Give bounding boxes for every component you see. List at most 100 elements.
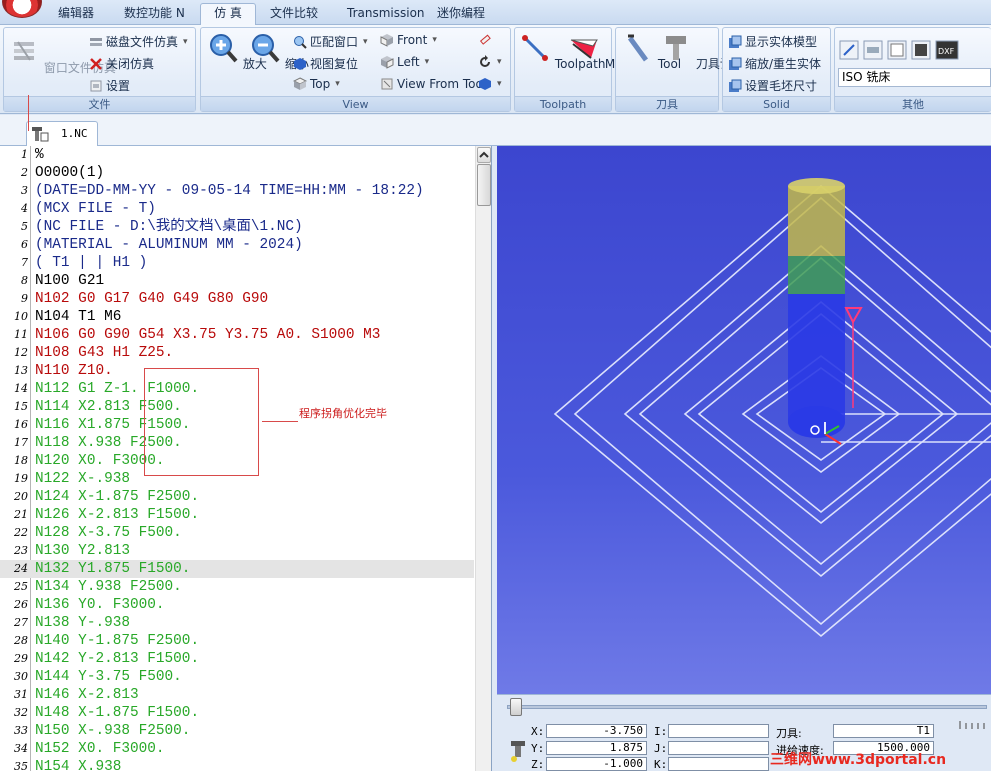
tab-transmission[interactable]: Transmission xyxy=(339,4,433,25)
sim-progress-thumb[interactable] xyxy=(510,698,522,716)
line-number: 3 xyxy=(21,184,28,197)
code-line[interactable]: 35 N154 X.938 xyxy=(0,758,474,771)
group-file-label: 文件 xyxy=(4,96,195,111)
view-from-tool-label: View From Tool xyxy=(397,77,487,91)
code-line[interactable]: 32 N148 X-1.875 F1500. xyxy=(0,704,474,722)
doc-tab-1nc[interactable]: 1.NC xyxy=(26,121,98,146)
tool-button[interactable]: Tool xyxy=(622,32,681,71)
code-line[interactable]: 26 N136 Y0. F3000. xyxy=(0,596,474,614)
code-line[interactable]: 24 N132 Y1.875 F1500. xyxy=(0,560,474,578)
j-value xyxy=(668,741,769,755)
line-number: 21 xyxy=(14,508,28,521)
annotation-pointer xyxy=(28,95,29,131)
code-text: N144 Y-3.75 F500. xyxy=(35,669,182,685)
scroll-thumb[interactable] xyxy=(477,164,491,206)
fit-window-button[interactable]: 匹配窗口 xyxy=(293,33,368,50)
code-text: N108 G43 H1 Z25. xyxy=(35,345,174,361)
eraser-icon xyxy=(479,34,491,45)
shading-button[interactable] xyxy=(478,77,502,91)
machine-select[interactable]: ISO 铣床 xyxy=(838,68,991,87)
line-number: 26 xyxy=(14,598,28,611)
dxf-icon[interactable]: DXF xyxy=(935,40,959,60)
tab-simulation[interactable]: 仿 真 xyxy=(200,3,256,26)
code-line[interactable]: 12 N108 G43 H1 Z25. xyxy=(0,344,474,362)
code-line[interactable]: 5 (NC FILE - D:\我的文档\桌面\1.NC) xyxy=(0,218,474,236)
view-from-tool-button[interactable]: View From Tool xyxy=(380,77,486,91)
code-line[interactable]: 9 N102 G0 G17 G40 G49 G80 G90 xyxy=(0,290,474,308)
code-line[interactable]: 11 N106 G0 G90 G54 X3.75 Y3.75 A0. S1000 … xyxy=(0,326,474,344)
mode-button[interactable]: Mode xyxy=(569,32,638,71)
code-line[interactable]: 20 N124 X-1.875 F2500. xyxy=(0,488,474,506)
speed-slider-ticks[interactable] xyxy=(958,720,991,730)
view-top-label: Top xyxy=(310,77,331,91)
eraser-button[interactable] xyxy=(478,33,492,47)
line-number: 4 xyxy=(21,202,28,215)
line-number: 18 xyxy=(14,454,28,467)
code-line[interactable]: 22 N128 X-3.75 F500. xyxy=(0,524,474,542)
tool-settings-button[interactable]: 刀具设置 xyxy=(660,32,744,72)
line-number: 13 xyxy=(14,364,28,377)
code-line[interactable]: 29 N142 Y-2.813 F1500. xyxy=(0,650,474,668)
tab-editor[interactable]: 编辑器 xyxy=(50,4,102,25)
sim-progress-track[interactable] xyxy=(507,705,987,709)
scale-regen-button[interactable]: 缩放/重生实体 xyxy=(728,55,821,72)
code-line[interactable]: 4 (MCX FILE - T) xyxy=(0,200,474,218)
code-line[interactable]: 23 N130 Y2.813 xyxy=(0,542,474,560)
code-line[interactable]: 28 N140 Y-1.875 F2500. xyxy=(0,632,474,650)
line-number: 5 xyxy=(21,220,28,233)
code-line[interactable]: 10 N104 T1 M6 xyxy=(0,308,474,326)
code-line[interactable]: 25 N134 Y.938 F2500. xyxy=(0,578,474,596)
group-tool-label: 刀具 xyxy=(616,96,718,111)
vertical-scrollbar[interactable] xyxy=(475,146,491,771)
annotation-box xyxy=(144,368,259,476)
code-line[interactable]: 31 N146 X-2.813 xyxy=(0,686,474,704)
view-front-button[interactable]: Front xyxy=(380,33,437,47)
view-top-button[interactable]: Top xyxy=(293,77,340,91)
code-line[interactable]: 7 ( T1 | | H1 ) xyxy=(0,254,474,272)
toolpath-button[interactable]: Toolpath xyxy=(519,32,605,71)
close-sim-button[interactable]: 关闭仿真 xyxy=(89,55,154,72)
export-icon[interactable] xyxy=(911,40,931,60)
line-number: 29 xyxy=(14,652,28,665)
stock-size-label: 设置毛坯尺寸 xyxy=(745,79,818,93)
stock-size-button[interactable]: 设置毛坯尺寸 xyxy=(728,77,817,94)
y-value: 1.875 xyxy=(546,741,647,755)
tab-mini-programming[interactable]: 迷你编程 xyxy=(429,4,493,25)
z-value: -1.000 xyxy=(546,757,647,771)
application-menu-button[interactable] xyxy=(2,0,42,18)
zoom-in-button[interactable]: 放大 xyxy=(207,32,267,72)
scroll-up-button[interactable] xyxy=(477,147,491,163)
code-text: N148 X-1.875 F1500. xyxy=(35,705,200,721)
line-number: 8 xyxy=(21,274,28,287)
code-line[interactable]: 2 O0000(1) xyxy=(0,164,474,182)
reset-view-button[interactable]: 视图复位 xyxy=(293,55,358,72)
disk-file-sim-button[interactable]: 磁盘文件仿真 xyxy=(89,33,188,50)
code-line[interactable]: 27 N138 Y-.938 xyxy=(0,614,474,632)
group-solid: 显示实体模型 缩放/重生实体 设置毛坯尺寸 Solid xyxy=(722,27,831,112)
show-solid-button[interactable]: 显示实体模型 xyxy=(728,33,817,50)
chevron-up-icon xyxy=(479,151,489,158)
code-line[interactable]: 8 N100 G21 xyxy=(0,272,474,290)
tab-file-compare[interactable]: 文件比较 xyxy=(262,4,326,25)
code-text: N124 X-1.875 F2500. xyxy=(35,489,200,505)
code-line[interactable]: 33 N150 X-.938 F2500. xyxy=(0,722,474,740)
window-file-sim-button[interactable]: 窗口文件仿真 xyxy=(8,36,116,76)
code-line[interactable]: 30 N144 Y-3.75 F500. xyxy=(0,668,474,686)
solid-model-icon xyxy=(729,35,742,48)
code-line[interactable]: 1% xyxy=(0,146,474,164)
table-icon[interactable] xyxy=(863,40,883,60)
x-value: -3.750 xyxy=(546,724,647,738)
arrow-icon[interactable] xyxy=(839,40,859,60)
code-line[interactable]: 3 (DATE=DD-MM-YY - 09-05-14 TIME=HH:MM - … xyxy=(0,182,474,200)
window-icon[interactable] xyxy=(887,40,907,60)
simulation-viewport[interactable] xyxy=(497,146,991,694)
code-line[interactable]: 21 N126 X-2.813 F1500. xyxy=(0,506,474,524)
zoom-out-button[interactable]: 缩小 xyxy=(249,32,309,72)
settings-button[interactable]: 设置 xyxy=(89,77,130,94)
line-number: 11 xyxy=(14,328,28,341)
tab-nc-functions[interactable]: 数控功能 N xyxy=(116,4,193,25)
rotate-button[interactable] xyxy=(478,55,502,69)
code-line[interactable]: 34 N152 X0. F3000. xyxy=(0,740,474,758)
view-left-button[interactable]: Left xyxy=(380,55,429,69)
code-line[interactable]: 6 (MATERIAL - ALUMINUM MM - 2024) xyxy=(0,236,474,254)
